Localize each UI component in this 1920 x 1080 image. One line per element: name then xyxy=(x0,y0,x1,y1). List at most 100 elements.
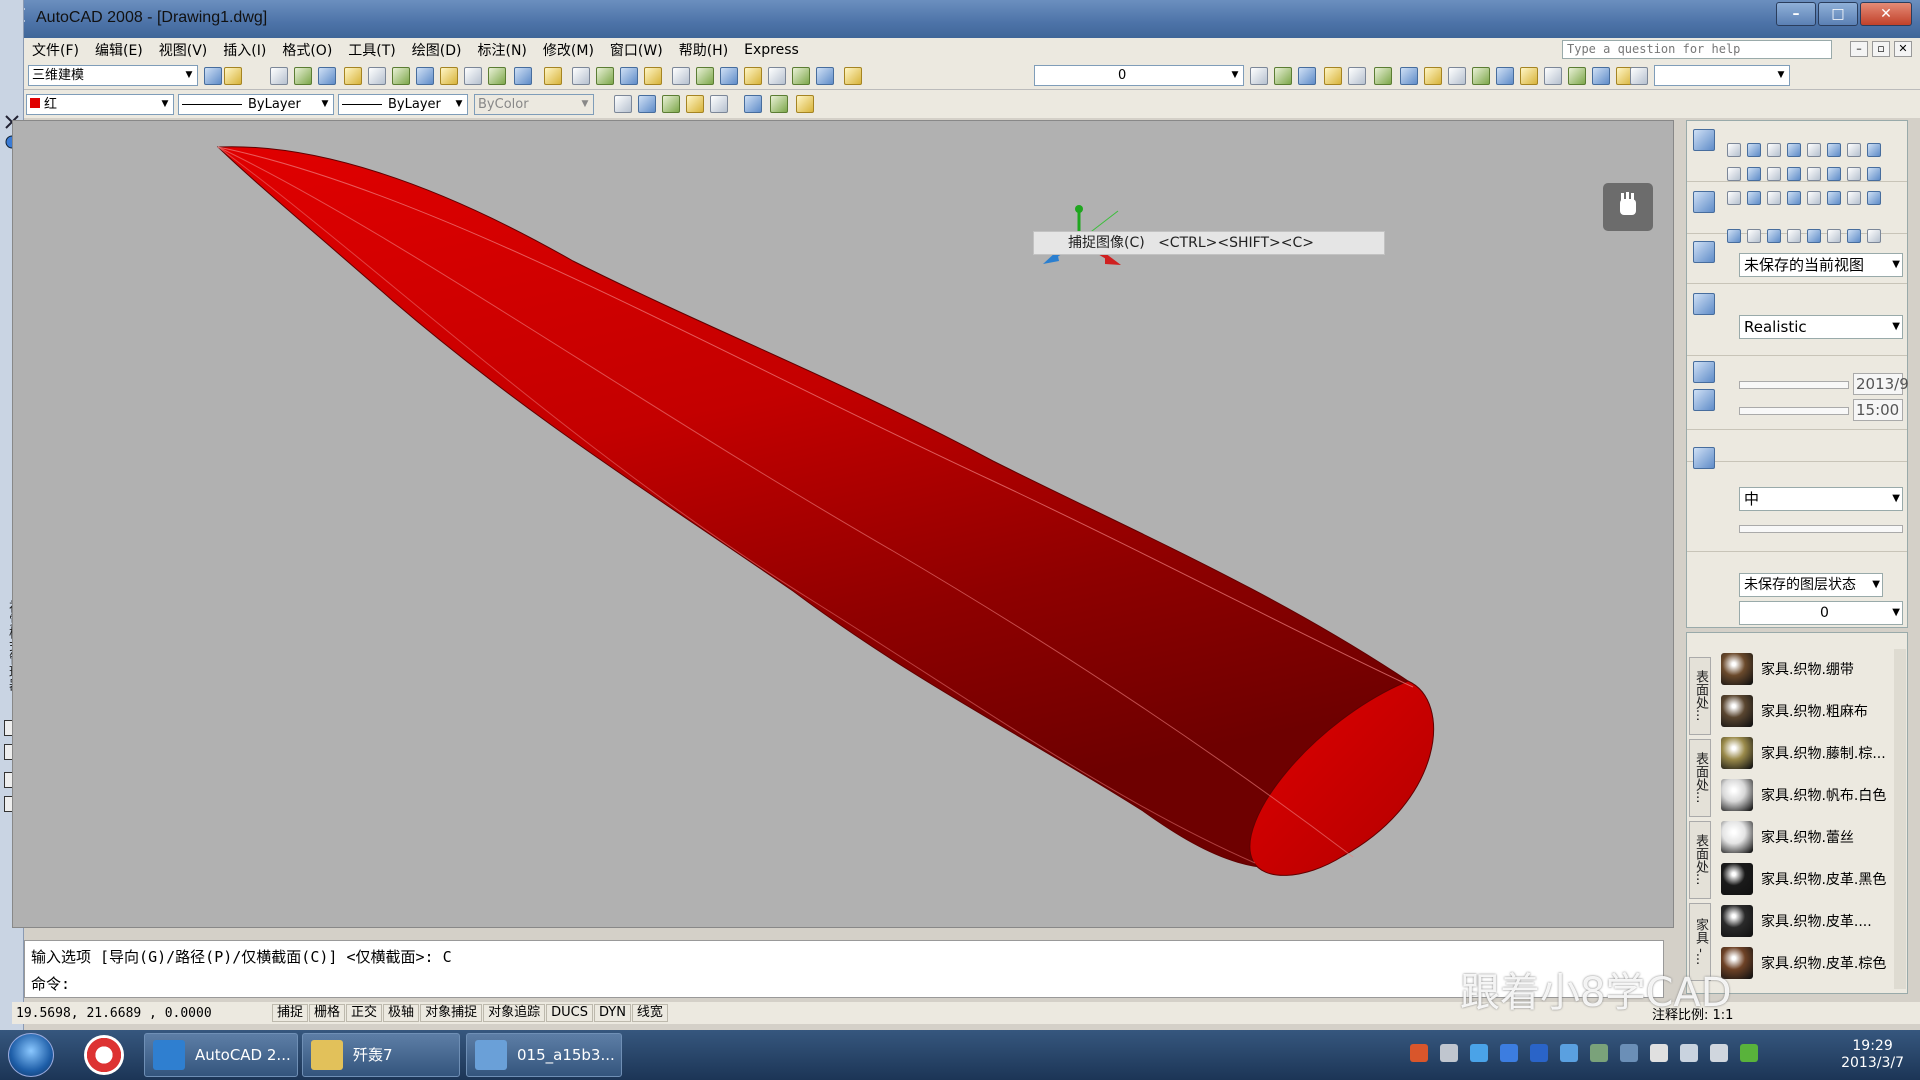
standard-tool-icon[interactable] xyxy=(1448,67,1466,85)
material-item[interactable]: 家具.织物.粗麻布 xyxy=(1721,693,1901,729)
properties-tool-icon[interactable] xyxy=(686,95,704,113)
view-tool-icon[interactable] xyxy=(1867,229,1881,243)
status-toggle-button[interactable]: 正交 xyxy=(346,1004,383,1022)
taskbar-clock[interactable]: 19:29 2013/3/7 xyxy=(1841,1038,1904,1072)
tray-update-icon[interactable] xyxy=(1590,1044,1608,1062)
3d-tool-icon[interactable] xyxy=(1827,191,1841,205)
3d-tool-icon[interactable] xyxy=(1827,167,1841,181)
view-tool-icon[interactable] xyxy=(1747,229,1761,243)
3d-tool-icon[interactable] xyxy=(1787,191,1801,205)
standard-tool-icon[interactable] xyxy=(1374,67,1392,85)
layer-dropdown[interactable]: 0 ▼ xyxy=(1034,65,1244,86)
view-tool-icon[interactable] xyxy=(1847,229,1861,243)
material-item[interactable]: 家具.织物.蕾丝 xyxy=(1721,819,1901,855)
properties-tool-icon[interactable] xyxy=(662,95,680,113)
render-quality-dropdown[interactable]: 中 ▼ xyxy=(1739,487,1903,511)
tray-device-icon[interactable] xyxy=(1620,1044,1638,1062)
standard-tool-icon[interactable] xyxy=(1424,67,1442,85)
tray-security-icon[interactable] xyxy=(1530,1044,1548,1062)
tray-shield-icon[interactable] xyxy=(1500,1044,1518,1062)
standard-tool-icon[interactable] xyxy=(544,67,562,85)
command-prompt[interactable]: 命令: xyxy=(31,973,70,994)
layer-current-dropdown[interactable]: 0 ▼ xyxy=(1739,601,1903,625)
material-item[interactable]: 家具.织物.藤制.棕... xyxy=(1721,735,1901,771)
panel-section-icon[interactable] xyxy=(1693,129,1715,151)
3d-tool-icon[interactable] xyxy=(1767,191,1781,205)
properties-tool-icon[interactable] xyxy=(770,95,788,113)
standard-tool-icon[interactable] xyxy=(1324,67,1342,85)
panel-section-icon[interactable] xyxy=(1693,293,1715,315)
menu-item[interactable]: 工具(T) xyxy=(340,40,403,60)
panel-section-icon[interactable] xyxy=(1693,241,1715,263)
material-item[interactable]: 家具.织物.皮革.... xyxy=(1721,903,1901,939)
menu-item[interactable]: 视图(V) xyxy=(151,40,216,60)
start-button[interactable] xyxy=(8,1033,54,1077)
properties-tool-icon[interactable] xyxy=(614,95,632,113)
tray-app-icon[interactable] xyxy=(1410,1044,1428,1062)
standard-tool-icon[interactable] xyxy=(416,67,434,85)
standard-tool-icon[interactable] xyxy=(270,67,288,85)
properties-tool-icon[interactable] xyxy=(796,95,814,113)
media-player-icon[interactable] xyxy=(84,1035,124,1075)
3d-tool-icon[interactable] xyxy=(1727,191,1741,205)
standard-tool-icon[interactable] xyxy=(488,67,506,85)
panel-section-icon[interactable] xyxy=(1693,361,1715,383)
tray-battery-icon[interactable] xyxy=(1740,1044,1758,1062)
3d-tool-icon[interactable] xyxy=(1807,191,1821,205)
standard-tool-icon[interactable] xyxy=(440,67,458,85)
material-item[interactable]: 家具.织物.皮革.棕色 xyxy=(1721,945,1901,981)
view-dropdown[interactable]: ▼ xyxy=(1654,65,1790,86)
standard-tool-icon[interactable] xyxy=(1400,67,1418,85)
standard-tool-icon[interactable] xyxy=(572,67,590,85)
tray-volume-icon[interactable] xyxy=(1710,1044,1728,1062)
taskbar-app-button[interactable]: AutoCAD 2... xyxy=(144,1033,298,1077)
panel-section-icon[interactable] xyxy=(1693,389,1715,411)
3d-tool-icon[interactable] xyxy=(1727,143,1741,157)
standard-tool-icon[interactable] xyxy=(318,67,336,85)
workspace-dropdown[interactable]: 三维建模 ▼ xyxy=(28,65,198,86)
view-tool-icon[interactable] xyxy=(1827,229,1841,243)
standard-tool-icon[interactable] xyxy=(644,67,662,85)
menu-item[interactable]: 文件(F) xyxy=(24,40,87,60)
model-canvas[interactable] xyxy=(13,121,1674,928)
view-tool-icon[interactable] xyxy=(1727,229,1741,243)
taskbar-app-button[interactable]: 015_a15b3... xyxy=(466,1033,622,1077)
standard-tool-icon[interactable] xyxy=(696,67,714,85)
status-toggle-button[interactable]: DYN xyxy=(593,1004,631,1022)
tray-usb-icon[interactable] xyxy=(1470,1044,1488,1062)
standard-tool-icon[interactable] xyxy=(720,67,738,85)
tray-network-icon[interactable] xyxy=(1560,1044,1578,1062)
visual-style-dropdown[interactable]: Realistic ▼ xyxy=(1739,315,1903,339)
material-item[interactable]: 家具.织物.帆布.白色 xyxy=(1721,777,1901,813)
color-dropdown[interactable]: 红 ▼ xyxy=(26,94,174,115)
standard-tool-icon[interactable] xyxy=(1472,67,1490,85)
plotstyle-dropdown[interactable]: ByColor ▼ xyxy=(474,94,594,115)
standard-tool-icon[interactable] xyxy=(224,67,242,85)
drawing-viewport[interactable]: Z X 捕捉图像(C) <CTRL><SHIFT><C> xyxy=(12,120,1674,928)
standard-tool-icon[interactable] xyxy=(1520,67,1538,85)
date-field[interactable]: 2013/9 xyxy=(1853,373,1909,395)
status-toggle-button[interactable]: DUCS xyxy=(546,1004,593,1022)
doc-close-button[interactable]: ✕ xyxy=(1894,41,1912,57)
material-item[interactable]: 家具.织物.绷带 xyxy=(1721,651,1901,687)
command-window[interactable]: 输入选项 [导向(G)/路径(P)/仅横截面(C)] <仅横截面>: C 命令: xyxy=(24,940,1664,998)
3d-tool-icon[interactable] xyxy=(1867,143,1881,157)
view-tool-icon[interactable] xyxy=(1787,229,1801,243)
status-toggle-button[interactable]: 对象捕捉 xyxy=(420,1004,483,1022)
status-toggle-button[interactable]: 极轴 xyxy=(383,1004,420,1022)
close-button[interactable]: ✕ xyxy=(1860,2,1912,26)
view-tool-icon[interactable] xyxy=(1767,229,1781,243)
lineweight-dropdown[interactable]: ByLayer ▼ xyxy=(338,94,468,115)
panel-section-icon[interactable] xyxy=(1693,191,1715,213)
taskbar-app-button[interactable]: 歼轰7 xyxy=(302,1033,460,1077)
standard-tool-icon[interactable] xyxy=(204,67,222,85)
status-toggle-button[interactable]: 栅格 xyxy=(309,1004,346,1022)
doc-restore-button[interactable]: ▫ xyxy=(1872,41,1890,57)
status-toggle-button[interactable]: 线宽 xyxy=(631,1004,668,1022)
menu-item[interactable]: 绘图(D) xyxy=(404,40,470,60)
standard-tool-icon[interactable] xyxy=(672,67,690,85)
3d-tool-icon[interactable] xyxy=(1827,143,1841,157)
properties-tool-icon[interactable] xyxy=(744,95,762,113)
linetype-dropdown[interactable]: ByLayer ▼ xyxy=(178,94,334,115)
3d-tool-icon[interactable] xyxy=(1847,191,1861,205)
